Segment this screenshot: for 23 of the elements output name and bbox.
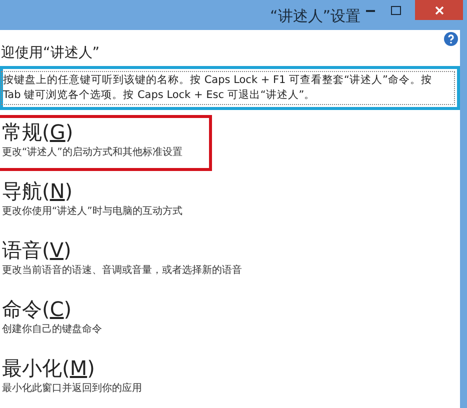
window-title: “讲述人”设置 [270,6,361,27]
settings-category[interactable]: 常规(G) 更改“讲述人”的启动方式和其他标准设置 [0,115,212,171]
category-description: 创建你自己的键盘命令 [2,323,102,337]
settings-category[interactable]: 语音(V) 更改当前语音的语速、音调或音量，或者选择新的语音 [0,233,248,289]
category-description: 更改你使用“讲述人”时与电脑的互动方式 [2,205,182,219]
close-button[interactable] [415,0,463,20]
category-title: 导航(N) [2,178,73,205]
category-title: 语音(V) [2,237,72,264]
category-title: 常规(G) [2,119,74,146]
settings-category[interactable]: 导航(N) 更改你使用“讲述人”时与电脑的互动方式 [0,174,212,230]
intro-text: 按键盘上的任意键可听到该键的名称。按 Caps Lock + F1 可查看整套“讲述人”命令。按 Tab 键可浏览各个选项。按 Caps Lock + Esc 可退出“讲述人”。 [1,71,455,105]
minimize-icon [366,8,374,12]
category-description: 最小化此窗口并返回到你的应用 [2,382,142,396]
help-icon[interactable] [444,32,458,46]
intro-heading: 迎使用“讲述人” [1,44,101,63]
category-description: 更改“讲述人”的启动方式和其他标准设置 [2,146,182,160]
settings-category[interactable]: 命令(C) 创建你自己的键盘命令 [0,292,212,348]
close-icon [434,6,444,14]
category-title: 命令(C) [2,296,72,323]
maximize-icon [391,6,401,14]
settings-category[interactable]: 最小化(M) 最小化此窗口并返回到你的应用 [0,351,212,407]
category-description: 更改当前语音的语速、音调或音量，或者选择新的语音 [2,264,242,278]
category-title: 最小化(M) [2,355,95,382]
